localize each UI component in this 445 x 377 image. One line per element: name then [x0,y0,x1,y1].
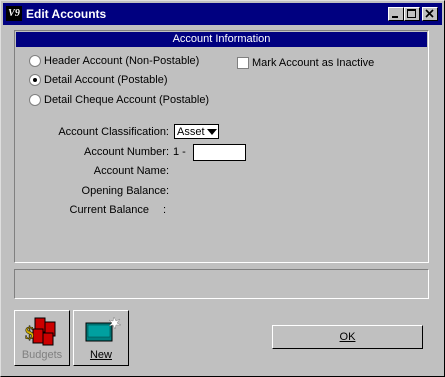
account-number-prefix: 1 - [173,146,186,158]
app-icon[interactable]: V9 [6,6,22,21]
radio-button[interactable] [29,74,41,86]
mark-inactive-checkbox-row[interactable]: Mark Account as Inactive [237,55,374,71]
budgets-button[interactable]: $ Budgets [14,310,70,366]
mark-inactive-label: Mark Account as Inactive [252,57,375,69]
budgets-icon: $ [25,317,56,346]
budgets-label: Budgets [21,349,63,361]
account-classification-dropdown[interactable]: Asset [174,124,219,139]
opening-balance-label: Opening Balance: [81,185,169,197]
title-bar[interactable]: V9 Edit Accounts [3,3,442,25]
chevron-down-icon [207,128,217,135]
maximize-button[interactable] [404,7,420,21]
minimize-button[interactable] [388,7,404,21]
minimize-icon [392,16,398,18]
new-label: New [89,349,112,361]
close-icon [425,9,434,18]
account-information-panel: Account Information Header Account (Non-… [14,30,429,263]
ok-button[interactable]: OK [272,325,423,349]
panel-header: Account Information [16,32,427,47]
new-account-icon [85,316,122,342]
radio-header-account[interactable]: Header Account (Non-Postable) [29,53,199,69]
radio-label: Header Account (Non-Postable) [44,55,200,67]
radio-label: Detail Account (Postable) [44,74,168,86]
radio-button[interactable] [29,55,41,67]
new-button[interactable]: New [73,310,129,366]
dropdown-value: Asset [177,125,205,138]
svg-text:$: $ [25,323,34,343]
mark-inactive-checkbox[interactable] [237,57,249,69]
ok-label: OK [339,331,356,343]
account-number-label: Account Number: [84,146,169,158]
edit-accounts-window: V9 Edit Accounts Account Information Hea… [0,0,445,377]
status-bar [14,269,429,299]
account-name-label: Account Name: [93,165,169,177]
radio-label: Detail Cheque Account (Postable) [44,94,210,106]
close-button[interactable] [422,7,438,21]
window-title: Edit Accounts [26,7,107,21]
account-number-input[interactable] [193,144,246,161]
radio-detail-account[interactable]: Detail Account (Postable) [29,72,168,88]
current-balance-colon: : [163,204,167,216]
account-classification-label: Account Classification: [58,126,169,138]
radio-button[interactable] [29,94,41,106]
current-balance-label: Current Balance [69,204,150,216]
radio-detail-cheque-account[interactable]: Detail Cheque Account (Postable) [29,92,209,108]
maximize-icon [407,9,416,18]
